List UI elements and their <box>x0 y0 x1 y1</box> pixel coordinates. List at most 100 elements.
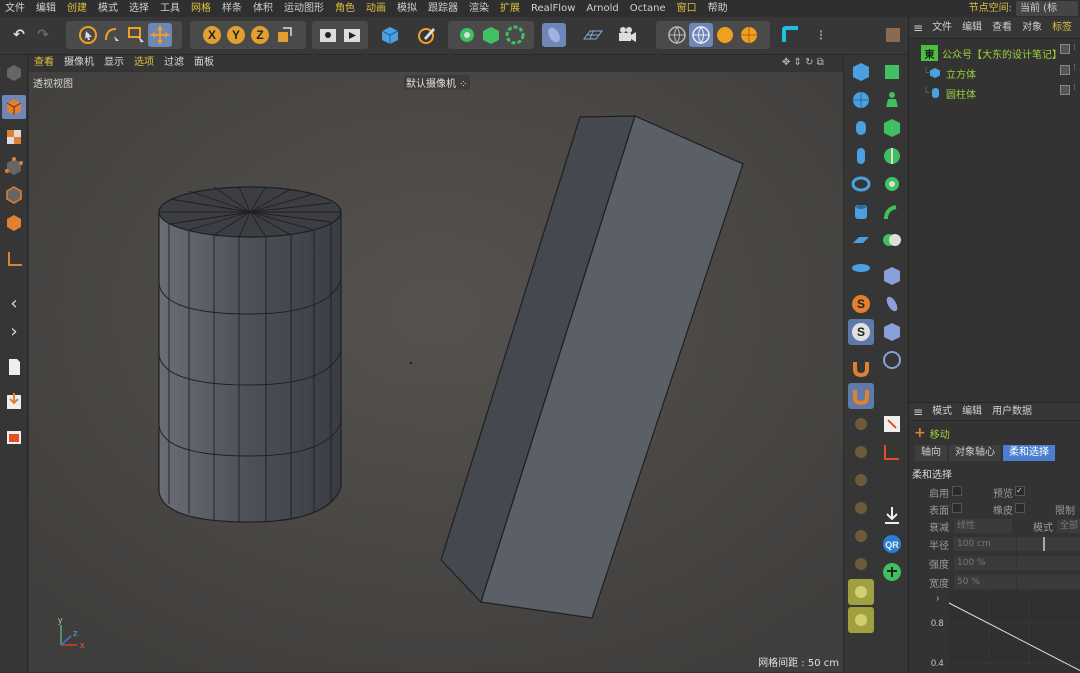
sphere-primitive-tile[interactable] <box>848 87 874 113</box>
layer-dots-icon[interactable]: ⁝ <box>1073 43 1076 53</box>
dim-tool-tile-4[interactable] <box>848 495 874 521</box>
viewport-menu-item-5[interactable]: 面板 <box>189 55 219 71</box>
main-menu-item-4[interactable]: 选择 <box>124 0 155 17</box>
sweep-object-tile[interactable] <box>879 199 905 225</box>
preview-checkbox[interactable]: ✓ <box>1015 486 1025 496</box>
subdivision-icon[interactable] <box>455 23 479 47</box>
torus-primitive-tile[interactable] <box>848 171 874 197</box>
rect-select-icon[interactable] <box>124 23 148 47</box>
object-name[interactable]: 公众号【大东的设计笔记】 <box>942 46 1062 61</box>
deformer-button[interactable] <box>538 21 570 49</box>
extrude-icon[interactable] <box>479 23 503 47</box>
cylinder-object[interactable] <box>158 186 342 523</box>
sun-icon[interactable] <box>737 23 761 47</box>
game-tile[interactable] <box>879 559 905 585</box>
attribute-tab-2[interactable]: 柔和选择 <box>1003 445 1055 461</box>
dim-tool-tile-2[interactable] <box>848 439 874 465</box>
layer-dots-icon[interactable]: ⁝ <box>1073 63 1076 73</box>
radius-input[interactable]: 100 cm <box>954 537 1016 551</box>
attribute-menu-item-1[interactable]: 编辑 <box>957 401 987 423</box>
point-mode-button[interactable] <box>2 155 26 179</box>
dim-tool-tile-6[interactable] <box>848 551 874 577</box>
spline-s-active-tile[interactable]: S <box>848 319 874 345</box>
folder-button[interactable] <box>2 425 26 449</box>
cloner-object-tile[interactable] <box>879 171 905 197</box>
attribute-menu-item-0[interactable]: 模式 <box>927 401 957 423</box>
sky-globe-icon[interactable] <box>665 23 689 47</box>
pen-tool-button[interactable] <box>410 21 444 49</box>
attribute-tab-1[interactable]: 对象轴心 <box>949 445 1001 461</box>
dim-tool-tile-5[interactable] <box>848 523 874 549</box>
make-editable-button[interactable] <box>2 61 26 85</box>
camera-button[interactable] <box>612 21 642 49</box>
viewport-menu-item-0[interactable]: 查看 <box>29 55 59 71</box>
viewport-menu-item-3[interactable]: 选项 <box>129 55 159 71</box>
render-to-picture-viewer-icon[interactable] <box>340 23 364 47</box>
main-menu-item-20[interactable]: 帮助 <box>703 0 734 17</box>
main-menu-item-14[interactable]: 渲染 <box>464 0 495 17</box>
object-menu-item-1[interactable]: 编辑 <box>957 17 987 39</box>
dim-tool-tile-1[interactable] <box>848 411 874 437</box>
main-menu-item-8[interactable]: 体积 <box>248 0 279 17</box>
camera-label[interactable]: 默认摄像机 ⁘ <box>404 75 470 90</box>
strength-slider[interactable] <box>1017 556 1080 570</box>
snap-settings-button[interactable]: ⋮ <box>808 21 834 49</box>
deformer-ffd-tile[interactable] <box>879 319 905 345</box>
main-menu-item-3[interactable]: 模式 <box>93 0 124 17</box>
download-tile[interactable] <box>879 503 905 529</box>
main-menu-item-10[interactable]: 角色 <box>330 0 361 17</box>
visibility-toggle[interactable] <box>1060 85 1070 95</box>
dim-tool-tile-3[interactable] <box>848 467 874 493</box>
disc-primitive-tile[interactable] <box>848 255 874 281</box>
axis-mode-button[interactable] <box>2 247 26 271</box>
spline-s-tile[interactable]: S <box>848 291 874 317</box>
object-menu-item-3[interactable]: 对象 <box>1017 17 1047 39</box>
model-mode-button[interactable] <box>2 95 26 119</box>
viewport-menu-item-4[interactable]: 过滤 <box>159 55 189 71</box>
import-button[interactable] <box>2 389 26 413</box>
array-icon[interactable] <box>503 23 527 47</box>
width-input[interactable]: 50 % <box>954 575 1016 589</box>
cube-primitive-tile[interactable] <box>848 59 874 85</box>
extra-tool-button[interactable] <box>880 21 906 49</box>
perspective-viewport[interactable]: y x z 透视视图 默认摄像机 ⁘ 网格间距 : 50 cm <box>29 72 843 672</box>
main-menu-item-15[interactable]: 扩展 <box>495 0 526 17</box>
magnet-tile[interactable] <box>848 355 874 381</box>
main-menu-item-9[interactable]: 运动图形 <box>279 0 330 17</box>
expand-right-button[interactable]: › <box>2 319 26 343</box>
falloff-dropdown[interactable]: 线性 <box>954 519 1012 533</box>
main-menu-item-12[interactable]: 模拟 <box>392 0 423 17</box>
node-space-dropdown[interactable]: 当前 (标 <box>1016 1 1078 16</box>
x-axis-lock-button[interactable]: X <box>200 23 224 47</box>
symmetry-object-tile[interactable] <box>879 143 905 169</box>
main-menu-item-5[interactable]: 工具 <box>155 0 186 17</box>
object-name[interactable]: 圆柱体 <box>946 86 976 101</box>
main-menu-item-7[interactable]: 样条 <box>217 0 248 17</box>
rotate-select-icon[interactable] <box>100 23 124 47</box>
edge-mode-button[interactable] <box>2 183 26 207</box>
width-slider[interactable] <box>1017 575 1080 589</box>
placement-tool-tile[interactable] <box>879 411 905 437</box>
main-menu-item-1[interactable]: 编辑 <box>31 0 62 17</box>
object-name[interactable]: 立方体 <box>946 66 976 81</box>
capsule-primitive-tile[interactable] <box>848 143 874 169</box>
environment-globe-icon[interactable] <box>689 23 713 47</box>
texture-mode-button[interactable] <box>2 125 26 149</box>
collapse-left-button[interactable]: ‹ <box>2 291 26 315</box>
new-document-button[interactable] <box>2 355 26 379</box>
boolean-object-tile[interactable] <box>879 227 905 253</box>
deformer-sphere-tile[interactable] <box>879 347 905 373</box>
redo-icon[interactable]: ↷ <box>31 23 55 47</box>
main-menu-item-19[interactable]: 窗口 <box>672 0 703 17</box>
visibility-toggle[interactable] <box>1060 44 1070 54</box>
tube-primitive-tile[interactable] <box>848 199 874 225</box>
object-row-cylinder[interactable]: └ 圆柱体 <box>909 83 1080 103</box>
deformer-bend-tile[interactable] <box>879 263 905 289</box>
null-object-tile[interactable] <box>879 59 905 85</box>
main-menu-item-17[interactable]: Arnold <box>581 0 624 17</box>
figure-object-tile[interactable] <box>879 87 905 113</box>
main-menu-item-0[interactable]: 文件 <box>0 0 31 17</box>
main-menu-item-16[interactable]: RealFlow <box>526 0 581 17</box>
object-row-cube[interactable]: └ 立方体 <box>909 63 1080 83</box>
live-select-icon[interactable] <box>76 23 100 47</box>
